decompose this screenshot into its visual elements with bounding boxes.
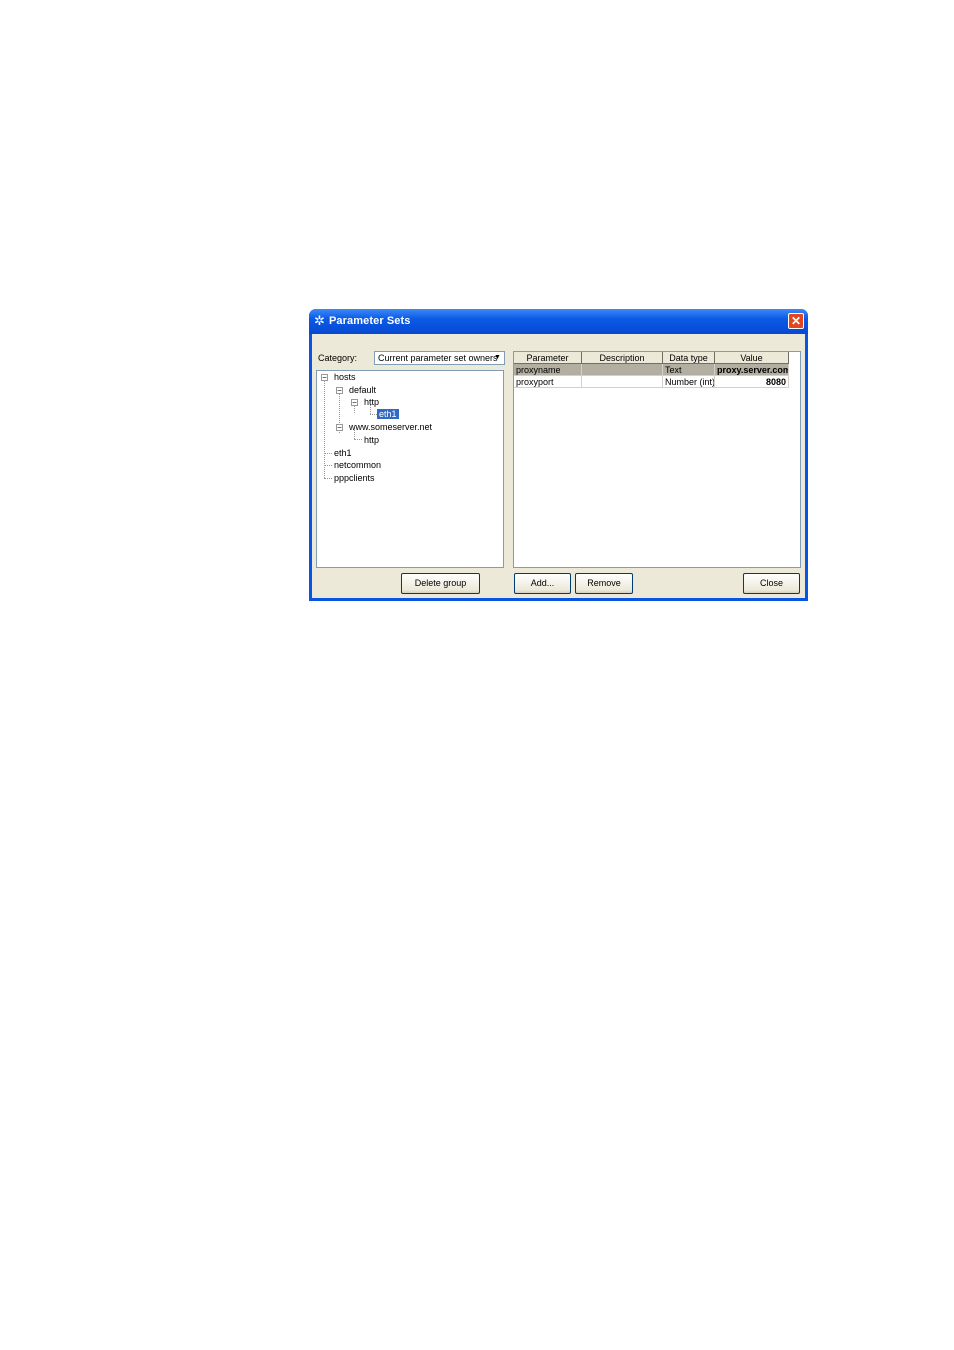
column-header-parameter[interactable]: Parameter <box>514 352 582 364</box>
window-title: Parameter Sets <box>329 315 411 327</box>
parameter-sets-window: ✲ Parameter Sets ✕ Category: Current par… <box>309 309 808 601</box>
tree-node-eth1[interactable]: eth1 <box>334 448 352 458</box>
close-icon: ✕ <box>790 314 802 328</box>
add-button[interactable]: Add... <box>514 573 571 594</box>
category-select[interactable]: Current parameter set owners ▼ <box>374 351 505 365</box>
data-type-cell[interactable]: Text <box>663 364 715 376</box>
category-label: Category: <box>318 353 358 363</box>
tree-line <box>370 414 377 415</box>
app-icon: ✲ <box>314 313 325 328</box>
dialog-body: Category: Current parameter set owners ▼… <box>312 334 805 598</box>
remove-button[interactable]: Remove <box>575 573 633 594</box>
tree-node-pppclients[interactable]: pppclients <box>334 473 375 483</box>
tree-line <box>354 439 362 440</box>
column-header-data-type[interactable]: Data type <box>663 352 715 364</box>
tree-node-hosts[interactable]: hosts <box>334 372 356 382</box>
value-cell[interactable]: proxy.server.com <box>715 364 789 376</box>
data-type-cell[interactable]: Number (int) <box>663 376 715 388</box>
category-select-value: Current parameter set owners <box>378 353 498 363</box>
close-window-button[interactable]: ✕ <box>788 313 804 329</box>
title-bar[interactable]: ✲ Parameter Sets ✕ <box>309 309 808 334</box>
tree-node-default[interactable]: default <box>349 385 376 395</box>
parameter-cell[interactable]: proxyport <box>514 376 582 388</box>
tree-node-someserver[interactable]: www.someserver.net <box>349 422 432 432</box>
group-tree[interactable]: − hosts − default − http eth1 − www.some… <box>316 370 504 568</box>
column-header-value[interactable]: Value <box>715 352 789 364</box>
chevron-down-icon[interactable]: ▼ <box>492 353 503 363</box>
tree-node-eth1-selected[interactable]: eth1 <box>377 409 399 419</box>
tree-node-netcommon[interactable]: netcommon <box>334 460 381 470</box>
collapse-icon[interactable]: − <box>336 387 343 395</box>
parameter-cell[interactable]: proxyname <box>514 364 582 376</box>
tree-line <box>324 465 332 466</box>
tree-line <box>324 453 332 454</box>
tree-node-http[interactable]: http <box>364 435 379 445</box>
collapse-icon[interactable]: − <box>336 424 343 432</box>
close-button[interactable]: Close <box>743 573 800 594</box>
value-cell[interactable]: 8080 <box>715 376 789 388</box>
collapse-icon[interactable]: − <box>321 374 328 382</box>
description-cell[interactable] <box>582 364 663 376</box>
tree-line <box>324 378 325 478</box>
tree-node-http[interactable]: http <box>364 397 379 407</box>
column-header-description[interactable]: Description <box>582 352 663 364</box>
collapse-icon[interactable]: − <box>351 399 358 407</box>
delete-group-button[interactable]: Delete group <box>401 573 480 594</box>
parameter-grid[interactable]: Parameter Description Data type Value pr… <box>513 351 801 568</box>
description-cell[interactable] <box>582 376 663 388</box>
tree-line <box>324 478 332 479</box>
